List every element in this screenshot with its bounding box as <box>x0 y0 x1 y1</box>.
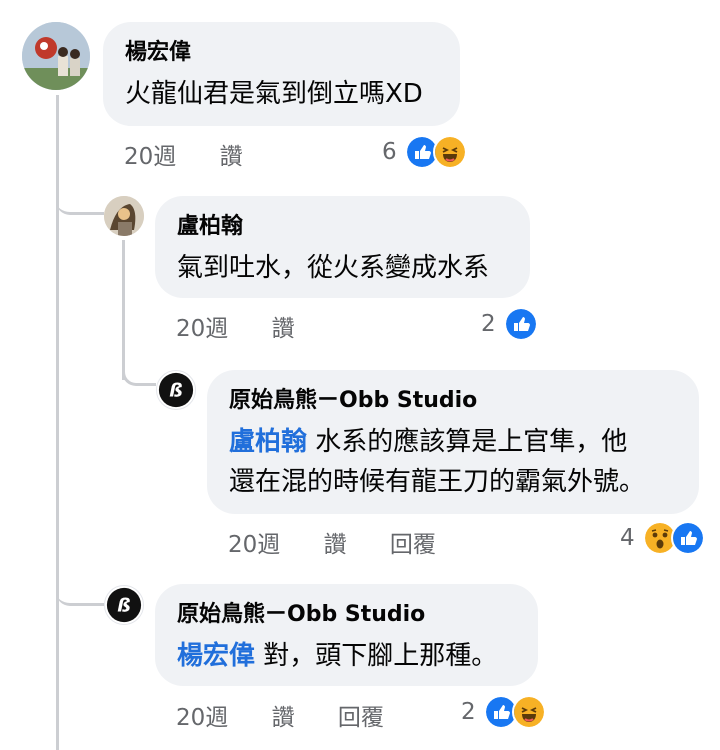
comment-text: 楊宏偉 對，頭下腳上那種。 <box>177 636 516 676</box>
thread-connector-reply-3 <box>56 570 104 606</box>
comment-actions: 20週 讚 回覆 <box>228 530 472 560</box>
reaction-count: 4 <box>620 525 635 551</box>
like-link[interactable]: 讚 <box>272 316 295 342</box>
haha-icon <box>511 695 546 729</box>
comment-text-line2: 還在混的時候有龍王刀的霸氣外號。 <box>229 467 646 497</box>
like-link[interactable]: 讚 <box>324 532 347 558</box>
reaction-summary[interactable]: 2 <box>461 695 546 729</box>
comment-time[interactable]: 20週 <box>176 705 228 731</box>
reaction-count: 2 <box>461 699 476 725</box>
comment-author[interactable]: 原始鳥熊ㄧObb Studio <box>177 600 516 630</box>
thread-connector-reply-1 <box>56 180 104 215</box>
mention-link[interactable]: 盧柏翰 <box>229 427 307 457</box>
comment-bubble: 盧柏翰 氣到吐水，從火系變成水系 <box>155 196 530 298</box>
comment-time[interactable]: 20週 <box>228 532 280 558</box>
avatar[interactable]: ß <box>156 370 196 410</box>
comment-actions: 20週 讚 <box>124 142 279 172</box>
like-link[interactable]: 讚 <box>220 144 243 170</box>
comment-actions: 20週 讚 <box>176 314 331 344</box>
reply-link[interactable]: 回覆 <box>338 705 384 731</box>
reaction-summary[interactable]: 6 <box>382 135 467 169</box>
comment-bubble: 楊宏偉 火龍仙君是氣到倒立嗎XD <box>103 22 460 126</box>
comment-author[interactable]: 原始鳥熊ㄧObb Studio <box>229 386 677 416</box>
comment-text: 盧柏翰 水系的應該算是上官隼，他 還在混的時候有龍王刀的霸氣外號。 <box>229 422 677 502</box>
comment-text-body: 對，頭下腳上那種。 <box>263 641 498 671</box>
comment-bubble: 原始鳥熊ㄧObb Studio 盧柏翰 水系的應該算是上官隼，他 還在混的時候有… <box>207 370 699 514</box>
comment-actions: 20週 讚 回覆 <box>176 703 420 733</box>
comment-author[interactable]: 楊宏偉 <box>125 38 438 68</box>
like-icon <box>503 307 538 341</box>
comment-author[interactable]: 盧柏翰 <box>177 212 508 242</box>
comment-text: 氣到吐水，從火系變成水系 <box>177 253 490 283</box>
comment-text: 火龍仙君是氣到倒立嗎XD <box>125 79 423 109</box>
reaction-summary[interactable]: 2 <box>481 307 538 341</box>
like-icon <box>670 521 705 555</box>
avatar[interactable]: ß <box>104 585 144 625</box>
mention-link[interactable]: 楊宏偉 <box>177 641 255 671</box>
reaction-summary[interactable]: 4 <box>620 521 705 555</box>
obb-logo-icon: ß <box>158 372 194 408</box>
svg-text:ß: ß <box>117 595 131 617</box>
reply-link[interactable]: 回覆 <box>390 532 436 558</box>
comment-bubble: 原始鳥熊ㄧObb Studio 楊宏偉 對，頭下腳上那種。 <box>155 584 538 686</box>
comment-time[interactable]: 20週 <box>176 316 228 342</box>
svg-text:ß: ß <box>169 380 183 402</box>
comment-time[interactable]: 20週 <box>124 144 176 170</box>
avatar-photo-icon <box>22 22 90 90</box>
obb-logo-icon: ß <box>106 587 142 623</box>
avatar[interactable] <box>104 196 144 236</box>
avatar[interactable] <box>22 22 90 90</box>
thread-connector-reply-2 <box>122 360 156 386</box>
comment-text-line1: 水系的應該算是上官隼，他 <box>315 427 628 457</box>
reaction-count: 2 <box>481 311 496 337</box>
haha-icon <box>432 135 467 169</box>
avatar-photo-icon <box>104 196 144 236</box>
thread-line-sub <box>122 240 125 380</box>
reaction-count: 6 <box>382 139 397 165</box>
like-link[interactable]: 讚 <box>272 705 295 731</box>
